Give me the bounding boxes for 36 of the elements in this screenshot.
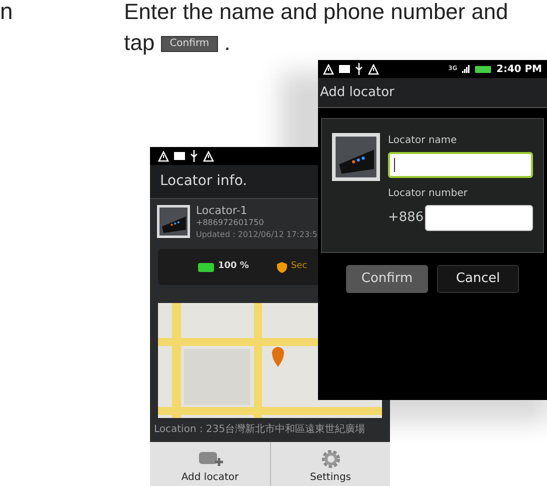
phone-prefix: +886 <box>388 209 424 228</box>
mail-icon <box>174 152 185 160</box>
warning-icon <box>158 150 169 162</box>
locator-number: +886972601750 <box>196 217 265 229</box>
device-photo <box>157 205 190 238</box>
instruction-text: Enter the name and phone number and tap Confirm . <box>124 0 510 57</box>
device-photo <box>332 133 380 181</box>
screen-title: Add locator <box>320 84 394 102</box>
screen-title: Locator info. <box>160 172 248 191</box>
usb-icon <box>190 150 198 162</box>
text-cursor <box>394 158 395 172</box>
security-label: Sec <box>290 260 308 274</box>
toolbar-button[interactable]: Settings <box>270 442 390 486</box>
warning-icon <box>368 64 379 74</box>
dialog-button[interactable]: Confirm <box>346 265 428 293</box>
battery-icon <box>475 66 492 72</box>
warning-icon <box>203 150 214 162</box>
margin-text: n <box>0 0 13 26</box>
warning-icon <box>323 64 334 74</box>
status-time: 2:40 PM <box>496 62 542 76</box>
confirm-button-image: Confirm <box>160 36 218 52</box>
mail-icon <box>339 65 350 73</box>
toolbar-button[interactable]: Add locator <box>150 442 270 486</box>
location-text: Location : 235台灣新北市中和區遠東世紀廣場 <box>153 422 366 437</box>
field-label: Locator name <box>388 135 458 147</box>
input-field[interactable] <box>388 152 533 178</box>
dialog-button[interactable]: Cancel <box>437 265 519 293</box>
updated-text: Updated : 2012/06/12 17:23:5 <box>196 229 318 241</box>
input-field[interactable] <box>424 205 533 231</box>
signal-icon <box>462 65 470 73</box>
settings-icon <box>320 448 342 470</box>
usb-icon <box>355 63 363 75</box>
battery-reading: 100 % <box>218 260 249 274</box>
field-label: Locator number <box>388 188 468 200</box>
locator-name: Locator-1 <box>196 205 248 217</box>
shield-icon <box>276 262 287 272</box>
